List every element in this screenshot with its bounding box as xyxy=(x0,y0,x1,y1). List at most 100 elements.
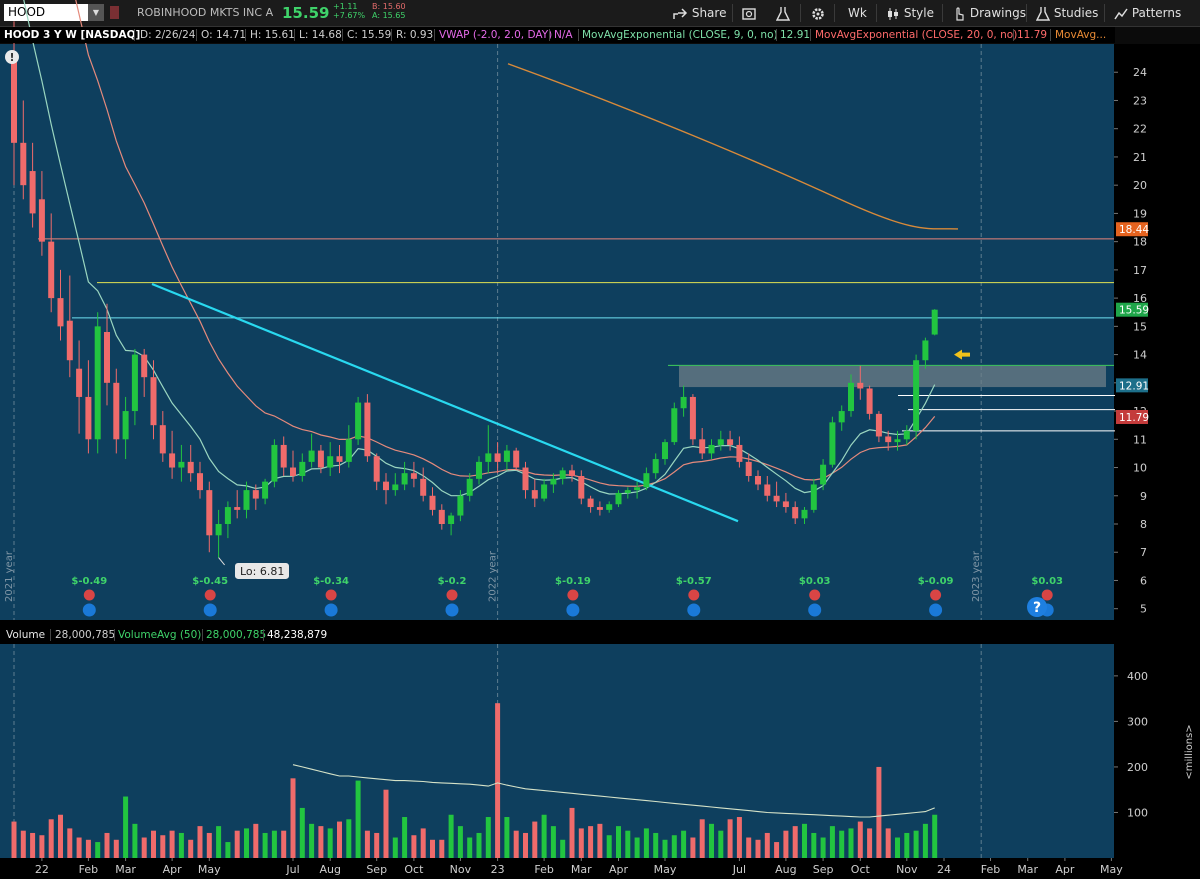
earnings-alarm-icon[interactable] xyxy=(930,589,942,601)
volume-bar[interactable] xyxy=(355,780,361,858)
volume-bar[interactable] xyxy=(392,837,398,858)
candle-body[interactable] xyxy=(159,425,166,454)
candle-body[interactable] xyxy=(429,495,436,510)
candle-body[interactable] xyxy=(810,484,817,510)
earnings-alarm-icon[interactable] xyxy=(1041,589,1053,601)
volume-bar[interactable] xyxy=(588,826,594,858)
candle-body[interactable] xyxy=(438,509,445,524)
volume-bar[interactable] xyxy=(895,837,900,858)
candle-body[interactable] xyxy=(420,478,427,496)
candle-body[interactable] xyxy=(764,484,771,496)
volume-bar[interactable] xyxy=(95,842,101,858)
volume-bar[interactable] xyxy=(309,823,315,858)
candle-body[interactable] xyxy=(113,382,120,440)
volume-bar[interactable] xyxy=(178,832,184,858)
volume-bar[interactable] xyxy=(634,837,640,858)
earnings-info-icon[interactable] xyxy=(445,603,459,617)
candle-body[interactable] xyxy=(615,492,622,505)
candle-body[interactable] xyxy=(76,368,83,397)
candle-body[interactable] xyxy=(773,495,780,502)
volume-bar[interactable] xyxy=(681,830,687,858)
candle-body[interactable] xyxy=(401,473,408,485)
candle-body[interactable] xyxy=(894,439,901,443)
candle-body[interactable] xyxy=(652,459,659,474)
volume-bar[interactable] xyxy=(876,766,882,858)
candle-body[interactable] xyxy=(503,450,510,462)
candle-body[interactable] xyxy=(336,456,343,462)
volume-bar[interactable] xyxy=(364,830,370,858)
volume-bar[interactable] xyxy=(802,823,807,858)
candle-body[interactable] xyxy=(680,396,687,409)
volume-bar[interactable] xyxy=(597,823,603,858)
candle-body[interactable] xyxy=(671,408,678,443)
volume-bar[interactable] xyxy=(616,826,621,858)
volume-bar[interactable] xyxy=(476,832,482,858)
volume-bar[interactable] xyxy=(123,796,129,858)
candle-body[interactable] xyxy=(197,473,203,491)
volume-bar[interactable] xyxy=(160,835,166,858)
volume-bar[interactable] xyxy=(374,832,380,858)
candle-body[interactable] xyxy=(820,464,827,485)
candle-body[interactable] xyxy=(122,411,129,440)
volume-bar[interactable] xyxy=(774,842,780,858)
candle-body[interactable] xyxy=(578,476,585,499)
volume-bar[interactable] xyxy=(504,817,510,858)
volume-bar[interactable] xyxy=(39,835,45,858)
candle-body[interactable] xyxy=(624,490,631,493)
candle-body[interactable] xyxy=(541,484,548,499)
earnings-alarm-icon[interactable] xyxy=(688,589,700,601)
volume-bar[interactable] xyxy=(643,828,649,858)
volume-bar[interactable] xyxy=(662,839,668,858)
volume-bar[interactable] xyxy=(736,817,742,858)
candle-body[interactable] xyxy=(29,171,36,214)
candle-body[interactable] xyxy=(643,473,650,488)
volume-bar[interactable] xyxy=(225,842,231,858)
volume-bar[interactable] xyxy=(727,819,733,858)
volume-bar[interactable] xyxy=(337,821,342,858)
candle-body[interactable] xyxy=(727,439,734,445)
candle-body[interactable] xyxy=(57,298,64,327)
candle-body[interactable] xyxy=(224,507,231,524)
volume-bar[interactable] xyxy=(783,830,789,858)
volume-bar[interactable] xyxy=(346,819,352,858)
volume-bar[interactable] xyxy=(867,828,873,858)
earnings-info-icon[interactable] xyxy=(566,603,580,617)
volume-bar[interactable] xyxy=(699,819,705,858)
candle-body[interactable] xyxy=(150,377,157,426)
volume-bar[interactable] xyxy=(420,828,426,858)
chart-canvas[interactable]: 2021 year2022 year2023 year5678910111213… xyxy=(0,0,1200,879)
volume-bar[interactable] xyxy=(11,821,17,858)
volume-bar[interactable] xyxy=(550,826,556,858)
volume-bar[interactable] xyxy=(578,828,584,858)
volume-bar[interactable] xyxy=(104,832,110,858)
volume-bar[interactable] xyxy=(234,830,240,858)
candle-body[interactable] xyxy=(755,476,761,485)
volume-bar[interactable] xyxy=(932,814,938,858)
volume-bar[interactable] xyxy=(560,839,566,858)
candle-body[interactable] xyxy=(848,382,854,412)
volume-bar[interactable] xyxy=(290,778,296,858)
candle-body[interactable] xyxy=(169,453,176,468)
volume-bar[interactable] xyxy=(495,703,501,858)
volume-bar[interactable] xyxy=(709,823,714,858)
candle-body[interactable] xyxy=(587,498,594,508)
candle-body[interactable] xyxy=(131,354,138,412)
volume-bar[interactable] xyxy=(523,832,528,858)
volume-bar[interactable] xyxy=(718,830,724,858)
volume-bar[interactable] xyxy=(216,826,222,858)
volume-bar[interactable] xyxy=(690,837,696,858)
candle-body[interactable] xyxy=(829,422,836,465)
earnings-info-icon[interactable] xyxy=(203,603,217,617)
volume-bar[interactable] xyxy=(755,839,761,858)
earnings-info-icon[interactable] xyxy=(324,603,338,617)
candle-body[interactable] xyxy=(271,444,278,482)
candle-body[interactable] xyxy=(355,402,362,440)
candle-body[interactable] xyxy=(522,467,529,491)
volume-bar[interactable] xyxy=(653,832,659,858)
volume-bar[interactable] xyxy=(318,826,324,858)
volume-bar[interactable] xyxy=(271,830,277,858)
candle-body[interactable] xyxy=(922,340,929,361)
candle-body[interactable] xyxy=(373,456,380,482)
earnings-alarm-icon[interactable] xyxy=(809,589,821,601)
earnings-alarm-icon[interactable] xyxy=(325,589,337,601)
